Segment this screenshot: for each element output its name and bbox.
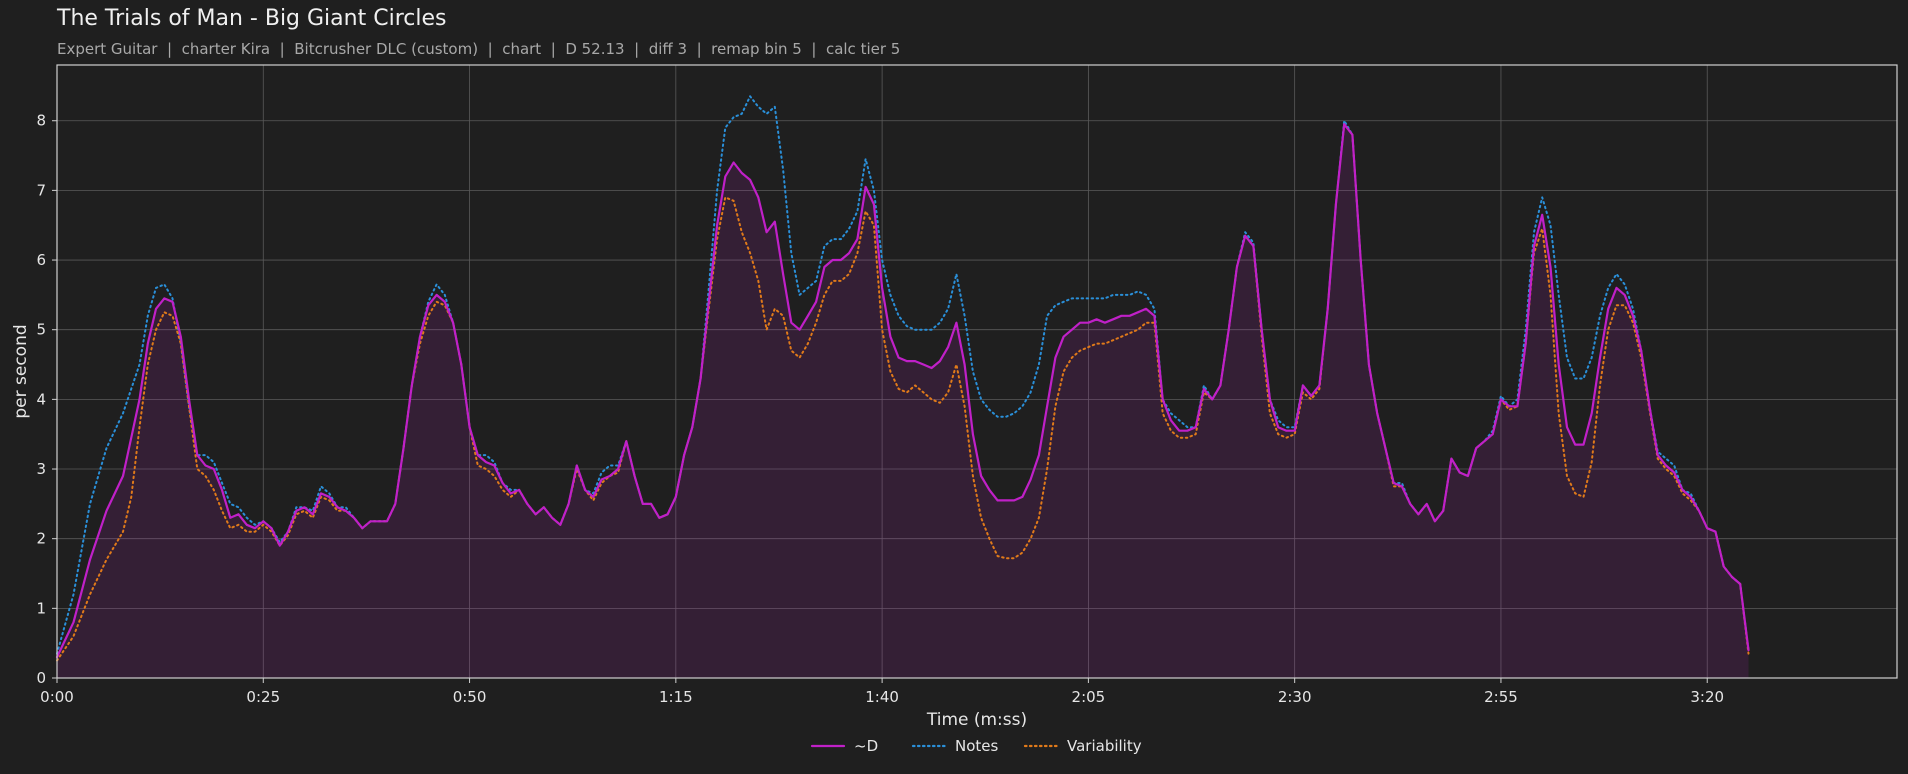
legend-label: ~D (854, 737, 878, 755)
x-axis-ticks: 0:00 0:25 0:50 1:15 1:40 2:05 2:30 2:55 3:20 (40, 678, 1724, 706)
y-tick-label: 2 (36, 530, 46, 548)
legend-label: Variability (1067, 737, 1142, 755)
x-axis-label: Time (m:ss) (926, 710, 1027, 730)
chart-svg: 0:00 0:25 0:50 1:15 1:40 2:05 2:30 2:55 3:20 0 1 2… (11, 64, 1898, 755)
x-tick-label: 1:15 (659, 688, 693, 706)
y-tick-label: 3 (36, 460, 46, 478)
series-fill-d (57, 124, 1749, 678)
y-tick-label: 8 (36, 112, 46, 130)
y-axis-label: per second (11, 324, 31, 418)
x-tick-label: 0:00 (40, 688, 74, 706)
y-tick-label: 7 (36, 181, 46, 199)
y-tick-label: 5 (36, 321, 46, 339)
series-fill-area (57, 124, 1749, 678)
x-tick-label: 2:30 (1278, 688, 1312, 706)
x-tick-label: 2:55 (1484, 688, 1518, 706)
y-tick-label: 0 (36, 669, 46, 687)
y-tick-label: 6 (36, 251, 46, 269)
x-tick-label: 2:05 (1072, 688, 1106, 706)
x-tick-label: 3:20 (1690, 688, 1724, 706)
y-tick-label: 4 (36, 390, 46, 408)
x-tick-label: 0:25 (246, 688, 280, 706)
y-tick-label: 1 (36, 599, 46, 617)
legend: ~D Notes Variability (810, 737, 1142, 755)
legend-label: Notes (955, 737, 999, 755)
x-tick-label: 1:40 (865, 688, 899, 706)
y-axis-ticks: 0 1 2 3 4 5 6 7 8 (36, 112, 57, 687)
x-tick-label: 0:50 (453, 688, 487, 706)
